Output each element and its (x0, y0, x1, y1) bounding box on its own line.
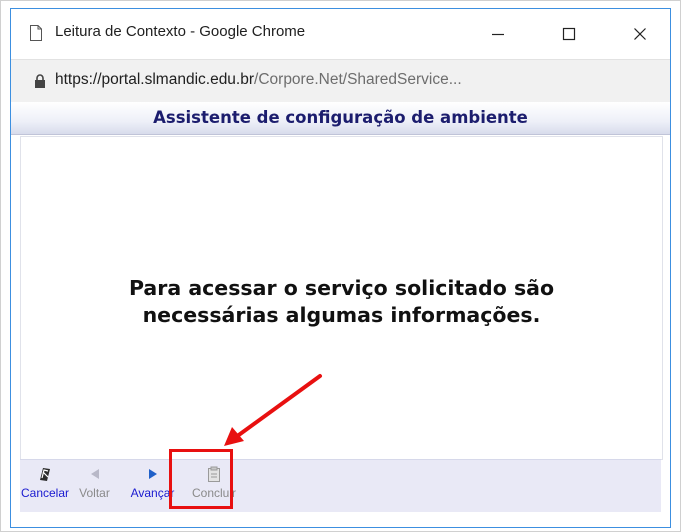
cancel-label: Cancelar (20, 486, 70, 500)
url-text[interactable]: https://portal.slmandic.edu.br/Corpore.N… (55, 71, 462, 89)
title-bar: Leitura de Contexto - Google Chrome (11, 9, 670, 59)
wizard-toolbar: Cancelar Voltar Avançar Concluir (20, 459, 661, 512)
message-line-2: necessárias algumas informações. (142, 303, 541, 327)
wizard-title: Assistente de configuração de ambiente (153, 108, 528, 127)
next-label: Avançar (130, 486, 175, 500)
maximize-button[interactable] (541, 9, 597, 59)
wizard-content: Para acessar o serviço solicitado são ne… (20, 136, 663, 460)
minimize-icon (492, 33, 504, 36)
back-label: Voltar (79, 486, 110, 500)
back-button[interactable]: Voltar (71, 466, 118, 500)
address-bar[interactable]: https://portal.slmandic.edu.br/Corpore.N… (11, 59, 670, 103)
wizard-message: Para acessar o serviço solicitado são ne… (21, 275, 662, 329)
close-button[interactable] (612, 9, 668, 59)
close-icon (634, 28, 646, 40)
page-icon (30, 25, 42, 41)
left-triangle-icon (87, 466, 103, 482)
cancel-button[interactable]: Cancelar (20, 466, 70, 500)
right-triangle-icon (145, 466, 161, 482)
maximize-icon (562, 27, 576, 41)
wizard-header: Assistente de configuração de ambiente (11, 102, 670, 135)
minimize-button[interactable] (470, 9, 526, 59)
message-line-1: Para acessar o serviço solicitado são (128, 276, 555, 300)
url-host: https://portal.slmandic.edu.br (55, 71, 255, 88)
url-path: /Corpore.Net/SharedService... (254, 71, 462, 88)
annotation-highlight-box (169, 449, 233, 509)
cancel-icon (37, 466, 53, 482)
window-title: Leitura de Contexto - Google Chrome (55, 23, 306, 40)
lock-icon (35, 74, 45, 88)
chrome-popup-window: Leitura de Contexto - Google Chrome http… (10, 8, 671, 528)
